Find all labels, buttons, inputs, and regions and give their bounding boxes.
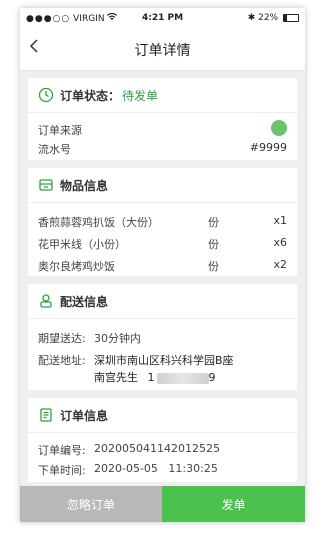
order-time-label: 下单时间: bbox=[38, 464, 86, 477]
items-header: 物品信息 bbox=[28, 168, 297, 203]
status-bar: ●●●○○ VIRGIN 4:21 PM ✱ 22% bbox=[20, 8, 305, 28]
order-info-header: 订单信息 bbox=[28, 398, 297, 433]
order-info-title: 订单信息 bbox=[60, 408, 109, 423]
item-unit: 份 bbox=[208, 260, 219, 273]
order-status-value: 待发单 bbox=[122, 88, 159, 103]
expected-value: 30分钟内 bbox=[94, 332, 141, 345]
serial-value: #9999 bbox=[249, 141, 287, 154]
delivery-card: 配送信息 期望送达: 30分钟内 配送地址: 深圳市南山区科兴科学园B座 南宫先… bbox=[28, 284, 297, 390]
phone-screen: ●●●○○ VIRGIN 4:21 PM ✱ 22% 订单详情 订单状态： 待发… bbox=[20, 8, 305, 522]
battery-icon bbox=[283, 13, 299, 22]
order-status-card: 订单状态： 待发单 订单来源 流水号 #9999 bbox=[28, 78, 297, 160]
order-number-value: 202005041142012525 bbox=[94, 442, 220, 455]
item-qty: x6 bbox=[273, 236, 287, 249]
phone-suffix: 9 bbox=[208, 371, 216, 384]
nav-bar: 订单详情 bbox=[20, 28, 305, 71]
action-bar: 忽略订单 发单 bbox=[20, 486, 305, 522]
item-unit: 份 bbox=[208, 238, 219, 251]
order-source-label: 订单来源 bbox=[38, 124, 82, 137]
box-icon bbox=[38, 177, 54, 193]
item-qty: x2 bbox=[273, 258, 287, 271]
item-unit: 份 bbox=[208, 216, 219, 229]
battery-status: ✱ 22% bbox=[248, 13, 299, 23]
order-info-card: 订单信息 订单编号: 202005041142012525 下单时间: 2020… bbox=[28, 398, 297, 482]
person-icon bbox=[38, 293, 54, 309]
phone-redacted bbox=[156, 372, 209, 384]
phone-prefix: 1 bbox=[147, 371, 155, 384]
page-title: 订单详情 bbox=[134, 43, 191, 59]
contact-name: 南宫先生 bbox=[94, 371, 138, 384]
document-icon bbox=[38, 407, 54, 423]
item-name: 香煎蒜蓉鸡扒饭（大份） bbox=[38, 216, 159, 229]
battery-percent: 22% bbox=[258, 13, 279, 23]
items-title: 物品信息 bbox=[60, 178, 109, 193]
order-status-header: 订单状态： 待发单 bbox=[28, 78, 297, 113]
source-platform-icon bbox=[271, 120, 287, 136]
address-label: 配送地址: bbox=[38, 354, 86, 367]
item-name: 奥尔良烤鸡炒饭 bbox=[38, 260, 115, 273]
serial-label: 流水号 bbox=[38, 143, 71, 156]
order-number-label: 订单编号: bbox=[38, 444, 86, 457]
item-name: 花甲米线（小份） bbox=[38, 238, 126, 251]
contact-line: 南宫先生 1 9 bbox=[94, 369, 216, 385]
address-value: 深圳市南山区科兴科学园B座 bbox=[94, 354, 234, 367]
ship-order-button[interactable]: 发单 bbox=[162, 486, 305, 522]
order-status-label: 订单状态： bbox=[60, 88, 121, 103]
item-qty: x1 bbox=[273, 214, 287, 227]
ignore-order-button[interactable]: 忽略订单 bbox=[20, 486, 162, 522]
bluetooth-icon: ✱ bbox=[247, 13, 256, 23]
expected-label: 期望送达: bbox=[38, 332, 86, 345]
items-card: 物品信息 香煎蒜蓉鸡扒饭（大份） 份 x1 花甲米线（小份） 份 x6 奥尔良烤… bbox=[28, 168, 297, 276]
clock-icon bbox=[38, 87, 54, 103]
order-time-value: 2020-05-05 11:30:25 bbox=[94, 462, 218, 475]
delivery-header: 配送信息 bbox=[28, 284, 297, 319]
delivery-title: 配送信息 bbox=[60, 294, 109, 309]
